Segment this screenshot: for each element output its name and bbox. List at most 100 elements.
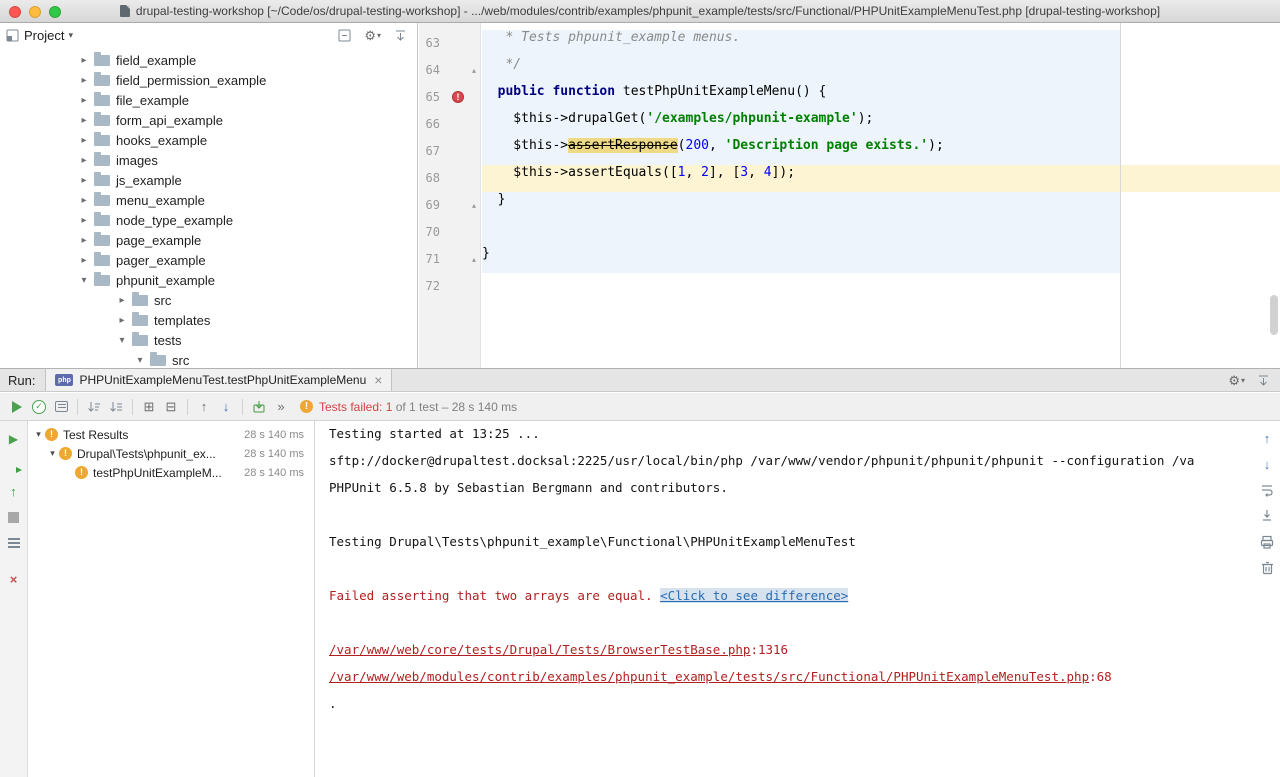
fold-marker-icon[interactable]: ▴	[468, 246, 480, 273]
fold-marker-icon[interactable]: ▴	[468, 192, 480, 219]
scroll-to-end-icon[interactable]	[1260, 509, 1274, 523]
project-tree-item-tests[interactable]: ▾tests	[0, 330, 417, 350]
project-tree-item-menu_example[interactable]: ▸menu_example	[0, 190, 417, 210]
code-line-66[interactable]: $this->drupalGet('/examples/phpunit-exam…	[482, 111, 1280, 138]
close-run-panel-button[interactable]: ×	[7, 572, 21, 586]
folder-icon	[94, 235, 110, 246]
project-tree-item-pager_example[interactable]: ▸pager_example	[0, 250, 417, 270]
hide-run-panel-icon[interactable]	[1257, 374, 1270, 387]
project-view-chevron-icon[interactable]: ▾	[68, 30, 73, 41]
chevron-down-icon[interactable]: ▾	[46, 448, 59, 459]
project-tree-item-page_example[interactable]: ▸page_example	[0, 230, 417, 250]
settings-gear-icon[interactable]: ⚙▾	[364, 29, 381, 42]
project-tree-item-form_api_example[interactable]: ▸form_api_example	[0, 110, 417, 130]
code-token: ,	[709, 138, 725, 153]
run-toolbar: ✓ ⊞ ⊟ ↑ ↓ » ! Tests failed: 1 of 1 test …	[0, 393, 1280, 421]
project-tree-item-field_permission_example[interactable]: ▸field_permission_example	[0, 70, 417, 90]
rerun-tests-button[interactable]	[6, 401, 28, 413]
more-toolbar-chevron[interactable]: »	[270, 399, 292, 414]
run-left-toolbar: ▶ ↑ ×	[0, 421, 28, 777]
chevron-down-icon[interactable]: ▾	[134, 355, 146, 366]
project-tree-item-js_example[interactable]: ▸js_example	[0, 170, 417, 190]
code-line-67[interactable]: $this->assertResponse(200, 'Description …	[482, 138, 1280, 165]
previous-failed-test-button[interactable]: ↑	[193, 399, 215, 414]
editor-code-area[interactable]: * Tests phpunit_example menus. */ public…	[482, 23, 1280, 368]
project-tree-item-phpunit_example[interactable]: ▾ phpunit_example	[0, 270, 417, 290]
test-tree-item-2[interactable]: !testPhpUnitExampleM...28 s 140 ms	[28, 463, 314, 482]
code-line-65[interactable]: public function testPhpUnitExampleMenu()…	[482, 84, 1280, 111]
chevron-right-icon[interactable]: ▸	[78, 95, 90, 106]
chevron-right-icon[interactable]: ▸	[78, 195, 90, 206]
chevron-right-icon[interactable]: ▸	[78, 115, 90, 126]
fold-marker-icon[interactable]: ▴	[468, 57, 480, 84]
run-tab[interactable]: php PHPUnitExampleMenuTest.testPhpUnitEx…	[45, 369, 392, 391]
test-history-button[interactable]	[7, 536, 21, 550]
code-line-63[interactable]: * Tests phpunit_example menus.	[482, 30, 1280, 57]
chevron-right-icon[interactable]: ▸	[78, 255, 90, 266]
project-tree-item-field_example[interactable]: ▸field_example	[0, 50, 417, 70]
project-tree-item-src[interactable]: ▾src	[0, 350, 417, 370]
project-tree-item-images[interactable]: ▸images	[0, 150, 417, 170]
project-tree-item-hooks_example[interactable]: ▸hooks_example	[0, 130, 417, 150]
project-view-selector[interactable]: Project	[24, 28, 64, 43]
show-passed-toggle[interactable]: ✓	[28, 400, 50, 414]
folder-icon	[94, 135, 110, 146]
editor-scrollbar-thumb[interactable]	[1270, 295, 1278, 335]
soft-wrap-icon[interactable]	[1260, 483, 1274, 497]
rerun-failed-tests-button[interactable]	[7, 458, 21, 472]
chevron-down-icon[interactable]: ▾	[32, 429, 45, 440]
zoom-window-button[interactable]	[49, 6, 61, 18]
project-item-label: file_example	[116, 93, 189, 108]
code-editor[interactable]: 6364▴65!66676869▴7071▴72 * Tests phpunit…	[419, 23, 1280, 368]
test-console-output[interactable]: Testing started at 13:25 ...sftp://docke…	[316, 421, 1280, 777]
close-tab-icon[interactable]: ×	[374, 373, 382, 387]
chevron-right-icon[interactable]: ▸	[116, 295, 128, 306]
show-ignored-toggle[interactable]	[50, 401, 72, 412]
export-test-results-button[interactable]	[248, 400, 270, 414]
clear-console-trash-icon[interactable]	[1260, 561, 1274, 575]
project-tree-item-node_type_example[interactable]: ▸node_type_example	[0, 210, 417, 230]
hide-panel-icon[interactable]	[394, 29, 407, 42]
chevron-right-icon[interactable]: ▸	[116, 315, 128, 326]
stacktrace-file-link[interactable]: /var/www/web/core/tests/Drupal/Tests/Bro…	[329, 642, 750, 657]
rerun-button[interactable]: ▶	[7, 432, 21, 446]
stacktrace-file-link[interactable]: /var/www/web/modules/contrib/examples/ph…	[329, 669, 1089, 684]
close-window-button[interactable]	[9, 6, 21, 18]
code-line-68[interactable]: $this->assertEquals([1, 2], [3, 4]);	[482, 165, 1280, 192]
chevron-right-icon[interactable]: ▸	[78, 155, 90, 166]
chevron-right-icon[interactable]: ▸	[78, 215, 90, 226]
next-failed-test-button[interactable]: ↓	[215, 399, 237, 414]
up-stack-trace-icon[interactable]: ↑	[1260, 431, 1274, 445]
chevron-down-icon[interactable]: ▾	[78, 275, 90, 286]
chevron-down-icon[interactable]: ▾	[116, 335, 128, 346]
code-line-70[interactable]	[482, 219, 1280, 246]
code-line-69[interactable]: }	[482, 192, 1280, 219]
failed-test-gutter-icon[interactable]: !	[452, 91, 464, 103]
project-tree-item-src[interactable]: ▸src	[0, 290, 417, 310]
down-stack-trace-icon[interactable]: ↓	[1260, 457, 1274, 471]
project-tree-item-templates[interactable]: ▸templates	[0, 310, 417, 330]
print-icon[interactable]	[1260, 535, 1274, 549]
chevron-right-icon[interactable]: ▸	[78, 55, 90, 66]
chevron-right-icon[interactable]: ▸	[78, 135, 90, 146]
minimize-window-button[interactable]	[29, 6, 41, 18]
chevron-right-icon[interactable]: ▸	[78, 235, 90, 246]
collapse-all-icon[interactable]	[338, 29, 351, 42]
expand-all-button[interactable]: ⊞	[138, 399, 160, 415]
sort-by-duration-toggle[interactable]	[83, 400, 105, 414]
toggle-auto-test-button[interactable]: ↑	[7, 484, 21, 498]
collapse-all-button[interactable]: ⊟	[160, 399, 182, 415]
test-tree-item-0[interactable]: ▾!Test Results28 s 140 ms	[28, 425, 314, 444]
chevron-right-icon[interactable]: ▸	[78, 175, 90, 186]
chevron-right-icon[interactable]: ▸	[78, 75, 90, 86]
code-line-72[interactable]	[482, 273, 1280, 300]
run-settings-gear-icon[interactable]: ⚙▾	[1228, 374, 1245, 387]
project-tree-item-file_example[interactable]: ▸ file_example	[0, 90, 417, 110]
see-difference-link[interactable]: <Click to see difference>	[660, 588, 848, 603]
stop-button[interactable]	[7, 510, 21, 524]
code-line-71[interactable]: }	[482, 246, 1280, 273]
code-line-64[interactable]: */	[482, 57, 1280, 84]
sort-alphabetically-toggle[interactable]	[105, 400, 127, 414]
test-tree-item-1[interactable]: ▾!Drupal\Tests\phpunit_ex...28 s 140 ms	[28, 444, 314, 463]
project-item-label: phpunit_example	[116, 273, 215, 288]
